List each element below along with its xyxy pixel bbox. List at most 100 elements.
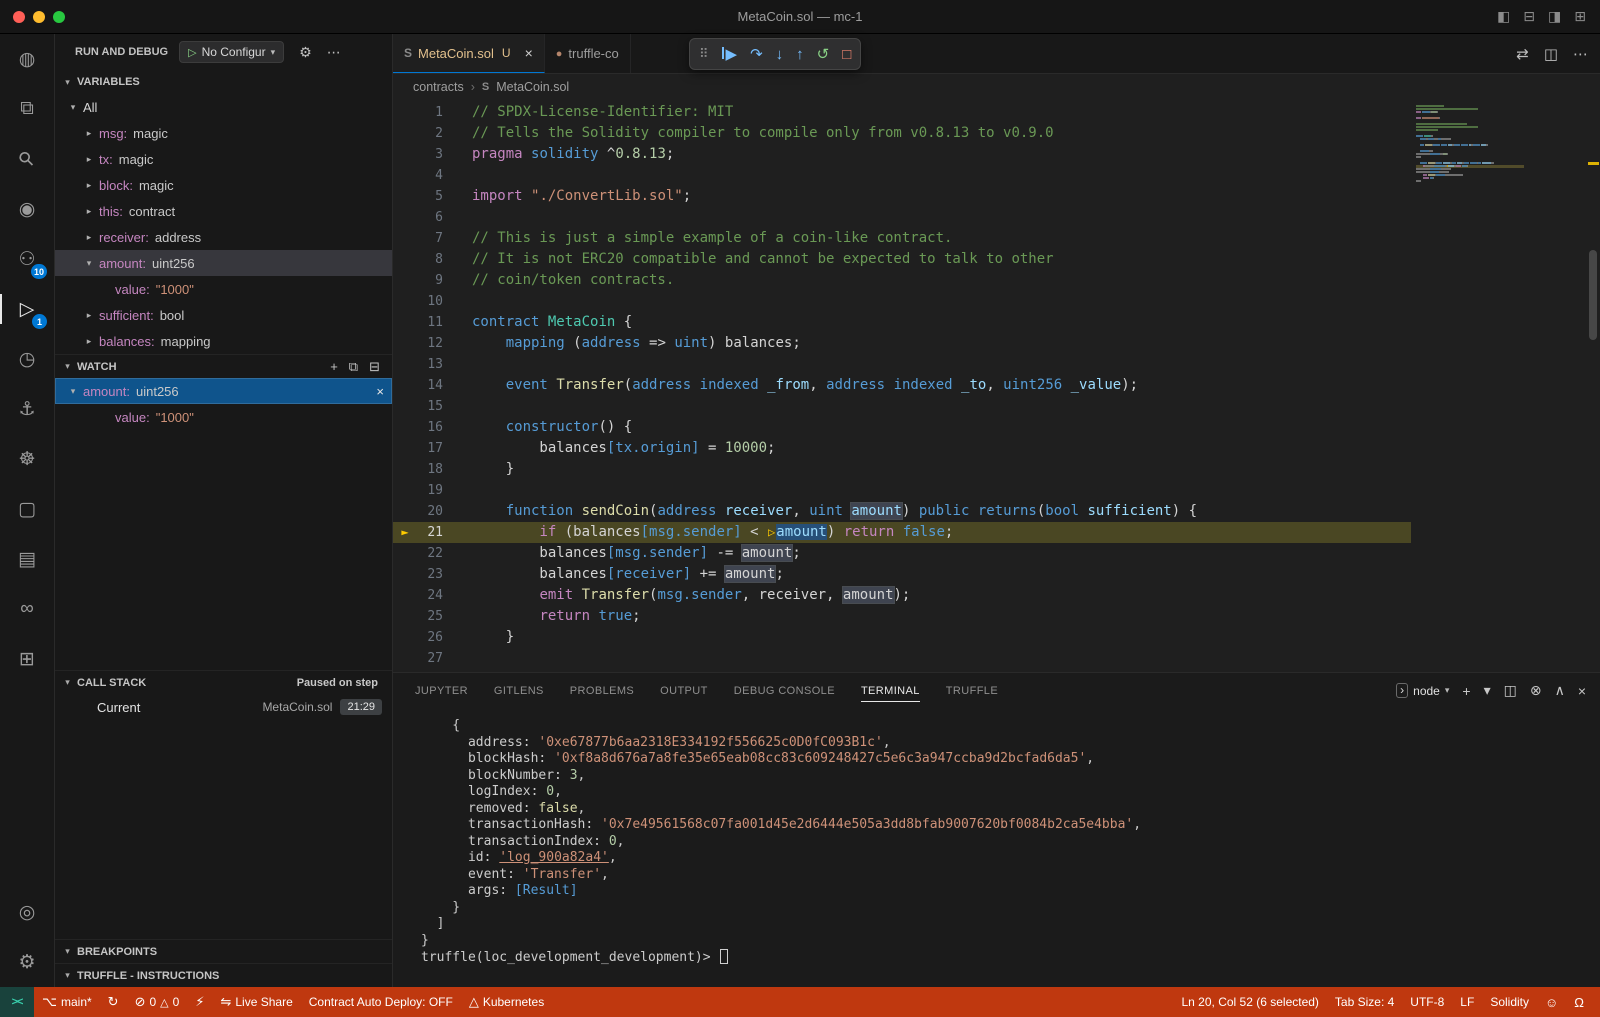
call-stack-frame[interactable]: Current MetaCoin.sol 21:29 (55, 694, 392, 720)
gutter[interactable]: 8 (393, 249, 457, 270)
minimap[interactable] (1416, 105, 1524, 186)
panel-tab-jupyter[interactable]: JUPYTER (415, 673, 468, 708)
remote-indicator[interactable]: >< (0, 987, 34, 1017)
panel-tab-problems[interactable]: PROBLEMS (570, 673, 634, 708)
close-icon[interactable]: × (376, 384, 384, 399)
call-stack-section-header[interactable]: ▾ CALL STACK Paused on step (55, 670, 392, 694)
terminal-shell-selector[interactable]: ›node▾ (1396, 683, 1449, 698)
docker-button[interactable]: ⚓ (0, 384, 54, 434)
code-line[interactable]: 27 (393, 648, 1411, 669)
more-actions-icon[interactable]: ⋯ (327, 44, 341, 61)
breakpoints-section-header[interactable]: ▾ BREAKPOINTS (55, 939, 392, 963)
gutter[interactable]: 2 (393, 123, 457, 144)
code-line[interactable]: 8// It is not ERC20 compatible and canno… (393, 249, 1411, 270)
split-editor-icon[interactable]: ◫ (1544, 45, 1558, 63)
gutter[interactable]: 22 (393, 543, 457, 564)
code-line[interactable]: 14 event Transfer(address indexed _from,… (393, 375, 1411, 396)
close-icon[interactable]: × (525, 45, 533, 61)
status-sync-changes[interactable]: ↻ (100, 987, 127, 1017)
code-line[interactable]: 2// Tells the Solidity compiler to compi… (393, 123, 1411, 144)
gutter[interactable]: 19 (393, 480, 457, 501)
remote-explorer-button[interactable]: ▢ (0, 484, 54, 534)
gutter[interactable]: 11 (393, 312, 457, 333)
code-line[interactable]: 13 (393, 354, 1411, 375)
github-button[interactable]: ◉ (0, 184, 54, 234)
gutter[interactable]: 6 (393, 207, 457, 228)
step-out-button[interactable]: ↑ (796, 46, 804, 63)
watch-section-header[interactable]: ▾ WATCH +⧉⊟ (55, 354, 392, 378)
variable-row[interactable]: ▾amount:uint256× (55, 378, 392, 404)
open-changes-icon[interactable]: ⇄ (1516, 45, 1529, 63)
code-line[interactable]: 3pragma solidity ^0.8.13; (393, 144, 1411, 165)
gutter[interactable]: 25 (393, 606, 457, 627)
panel-tab-output[interactable]: OUTPUT (660, 673, 708, 708)
continue-button[interactable]: ▶ (722, 45, 738, 63)
kubernetes-wheel-button[interactable]: ☸ (0, 434, 54, 484)
gutter[interactable]: 27 (393, 648, 457, 669)
code-line[interactable]: 15 (393, 396, 1411, 417)
code-line[interactable]: 26 } (393, 627, 1411, 648)
code-line[interactable]: 16 constructor() { (393, 417, 1411, 438)
breadcrumb-folder[interactable]: contracts (413, 80, 464, 94)
variable-row[interactable]: ▸balances:mapping (55, 328, 392, 354)
gutter[interactable]: 5 (393, 186, 457, 207)
gutter[interactable]: 17 (393, 438, 457, 459)
customize-layout-icon[interactable]: ⊞ (1574, 8, 1586, 25)
notebook-button[interactable]: ▤ (0, 534, 54, 584)
variables-section-header[interactable]: ▾ VARIABLES (55, 70, 392, 94)
debug-config-dropdown[interactable]: ▷ No Configur ▾ (179, 41, 284, 63)
code-line[interactable]: 23 balances[receiver] += amount; (393, 564, 1411, 585)
kill-terminal-icon[interactable]: ⊗ (1530, 682, 1542, 699)
gutter[interactable]: 24 (393, 585, 457, 606)
code-line[interactable]: 9// coin/token contracts. (393, 270, 1411, 291)
explorer-button[interactable]: ⧉ (0, 84, 54, 134)
status-tab-size[interactable]: Tab Size: 4 (1327, 987, 1402, 1017)
gutter[interactable]: 13 (393, 354, 457, 375)
status-notifications[interactable]: Ω (1566, 987, 1592, 1017)
status-eol[interactable]: LF (1452, 987, 1482, 1017)
variable-row[interactable]: value:"1000" (55, 404, 392, 430)
status-broadcast[interactable]: ⚡ (187, 987, 212, 1017)
panel-tab-truffle[interactable]: TRUFFLE (946, 673, 998, 708)
overview-ruler[interactable] (1586, 100, 1600, 672)
status-git-branch[interactable]: ⌥main* (34, 987, 100, 1017)
variable-row[interactable]: value:"1000" (55, 276, 392, 302)
gutter[interactable]: 14 (393, 375, 457, 396)
close-panel-icon[interactable]: × (1578, 683, 1586, 699)
stop-button[interactable]: □ (842, 46, 851, 63)
code-line[interactable]: 25 return true; (393, 606, 1411, 627)
status-contract-auto-deploy[interactable]: Contract Auto Deploy: OFF (301, 987, 461, 1017)
code-line[interactable]: 5import "./ConvertLib.sol"; (393, 186, 1411, 207)
gutter[interactable]: 16 (393, 417, 457, 438)
extensions-button[interactable]: ⊞ (0, 634, 54, 684)
code-line[interactable]: 12 mapping (address => uint) balances; (393, 333, 1411, 354)
code-line[interactable]: ►21 if (balances[msg.sender] < ▷amount) … (393, 522, 1411, 543)
gutter[interactable]: 10 (393, 291, 457, 312)
variable-row[interactable]: ▸this:contract (55, 198, 392, 224)
code-line[interactable]: 7// This is just a simple example of a c… (393, 228, 1411, 249)
variable-row[interactable]: ▸block:magic (55, 172, 392, 198)
link-button[interactable]: ∞ (0, 584, 54, 634)
code-line[interactable]: 4 (393, 165, 1411, 186)
status-language-mode[interactable]: Solidity (1482, 987, 1537, 1017)
variable-row[interactable]: ▾amount:uint256 (55, 250, 392, 276)
step-over-button[interactable]: ↷ (750, 45, 763, 63)
panel-tab-gitlens[interactable]: GITLENS (494, 673, 544, 708)
collapse-all-icon[interactable]: ⊟ (369, 359, 380, 375)
gutter[interactable]: 15 (393, 396, 457, 417)
zoom-window-button[interactable] (53, 11, 65, 23)
variable-row[interactable]: ▸tx:magic (55, 146, 392, 172)
live-share-people-button[interactable]: ⚇10 (0, 234, 54, 284)
gutter[interactable]: 4 (393, 165, 457, 186)
gutter[interactable]: 1 (393, 102, 457, 123)
scrollbar-thumb[interactable] (1589, 250, 1597, 340)
status-feedback[interactable]: ☺ (1537, 987, 1566, 1017)
toggle-panel-icon[interactable]: ⊟ (1523, 8, 1535, 25)
gutter[interactable]: 12 (393, 333, 457, 354)
gutter[interactable]: 7 (393, 228, 457, 249)
step-into-button[interactable]: ↓ (776, 46, 784, 63)
gutter[interactable]: 3 (393, 144, 457, 165)
gear-icon[interactable]: ⚙ (299, 44, 312, 61)
maximize-panel-icon[interactable]: ∧ (1555, 682, 1565, 699)
gutter[interactable]: ►21 (393, 522, 457, 543)
